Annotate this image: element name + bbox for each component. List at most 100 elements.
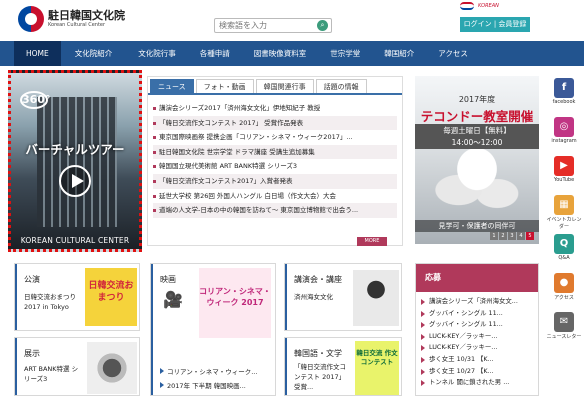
news-item[interactable]: 韓国国立現代美術館 ART BANK特選 シリーズ3 (153, 159, 397, 174)
taekwondo-title: テコンドー教室開催 (420, 109, 534, 124)
banner-page[interactable]: 3 (508, 232, 516, 240)
taekwondo-banner[interactable]: 2017年度 テコンドー教室開催 毎週土曜日【無料】 14:00～12:00 見… (415, 76, 539, 244)
news-item[interactable]: 東京国際映画祭 提携企画「コリアン・シネマ・ウィーク2017」... (153, 130, 397, 145)
side-label: ニュースレター (546, 334, 582, 340)
access-pin-icon: ● (554, 273, 574, 293)
card-lecture[interactable]: 講演会・講座 済州海女文化 (284, 263, 402, 331)
qa-icon: Q (554, 234, 574, 254)
banner-page[interactable]: 5 (526, 232, 534, 240)
film-link-text: 2017年 下半期 韓国映画... (167, 382, 246, 390)
card-text: 「韓日交流作文コンテスト 2017」 受賞... (294, 363, 346, 391)
login-button[interactable]: ログイン | 会員登録 (460, 17, 530, 32)
newsletter-icon: ✉ (554, 312, 574, 332)
card-performance[interactable]: 公演 日韓交流おまつり 2017 in Tokyo 日韓交流おまつり (14, 263, 140, 331)
news-item[interactable]: 駐日韓国文化院 世宗学堂 ドラマ講座 受講生追加募集 (153, 144, 397, 160)
nav-sejong[interactable]: 世宗学堂 (318, 41, 372, 66)
search-icon[interactable]: ⌕ (317, 20, 328, 31)
application-item[interactable]: 歩く女王 10/31 【K... (421, 354, 533, 366)
nav-about[interactable]: 文化院紹介 (61, 41, 127, 66)
side-access[interactable]: ● アクセス (546, 273, 582, 310)
news-item[interactable]: 「韓日交流作文コンテスト2017」入賞者発表 (153, 173, 397, 189)
tab-news[interactable]: ニュース (150, 79, 194, 93)
card-title: 韓国語・文学 (294, 349, 342, 358)
card-text: 済州海女文化 (294, 293, 333, 301)
korea-brand-icon (460, 2, 474, 10)
side-menu: f facebook ◎ instagram ▶ YouTube ▦ イベントカレンダー… (546, 76, 582, 350)
side-label: YouTube (553, 177, 575, 183)
tab-korea-events[interactable]: 韓国関連行事 (255, 79, 314, 93)
nav-access[interactable]: アクセス (426, 41, 480, 66)
youtube-icon: ▶ (554, 156, 574, 176)
card-text: 日韓交流おまつり 2017 in Tokyo (24, 293, 76, 311)
calendar-icon: ▦ (554, 195, 574, 215)
logo-subtitle: Korean Cultural Center (48, 21, 106, 28)
side-label: Q&A (558, 255, 570, 261)
more-button[interactable]: MORE (357, 237, 387, 246)
header: 駐日韓国文化院 Korean Cultural Center ⌕ KOREAN … (0, 0, 584, 40)
facebook-icon: f (554, 78, 574, 98)
film-link[interactable]: 2017年 下半期 韓国映画... (160, 380, 246, 390)
news-item[interactable]: 道端の人文学-日本の中の韓国を訪ねて～ 東京国立博物館で出会う... (153, 203, 397, 218)
side-newsletter[interactable]: ✉ ニュースレター (546, 312, 582, 349)
news-item[interactable]: 「韓日交流作文コンテスト 2017」 受賞作品発表 (153, 115, 397, 131)
nav-korea-intro[interactable]: 韓国紹介 (372, 41, 426, 66)
side-label: instagram (551, 138, 577, 144)
search-input[interactable] (214, 18, 332, 33)
bullet-icon (160, 382, 164, 388)
application-panel: 応募 講演会シリーズ「済州海女文... グッバイ・シングル 11... グッバイ… (415, 263, 539, 396)
application-item[interactable]: 講演会シリーズ「済州海女文... (421, 296, 533, 308)
nav-library[interactable]: 図書映像資料室 (242, 41, 319, 66)
film-poster: コリアン・シネマ・ウィーク 2017 (199, 268, 271, 338)
card-korean-literature[interactable]: 韓国語・文学 「韓日交流作文コンテスト 2017」 受賞... 韓日交流 作文 … (284, 337, 402, 396)
news-panel: ニュース フォト・動画 韓国関連行事 話題の情報 講演会シリーズ2017「済州海… (147, 76, 403, 246)
bullet-icon (160, 368, 164, 374)
nav-home[interactable]: HOME (14, 41, 61, 66)
banner-page[interactable]: 2 (499, 232, 507, 240)
film-link-text: コリアン・シネマ・ウィーク... (167, 368, 258, 376)
card-exhibition[interactable]: 展示 ART BANK特選 シリーズ3 (14, 337, 140, 396)
banner-page[interactable]: 1 (490, 232, 498, 240)
application-item[interactable]: 歩く女王 10/27 【K... (421, 366, 533, 378)
virtual-tour-title: バーチャルツアー (25, 142, 125, 157)
side-youtube[interactable]: ▶ YouTube (546, 156, 582, 193)
application-item[interactable]: グッバイ・シングル 11... (421, 319, 533, 331)
card-text: ART BANK特選 シリーズ3 (24, 365, 79, 383)
film-link[interactable]: コリアン・シネマ・ウィーク... (160, 366, 257, 376)
side-calendar[interactable]: ▦ イベントカレンダー (546, 195, 582, 232)
card-film[interactable]: 映画 🎥 コリアン・シネマ・ウィーク 2017 コリアン・シネマ・ウィーク...… (150, 263, 276, 396)
film-camera-icon: 🎥 (163, 290, 183, 309)
logo-emblem-icon (18, 6, 44, 32)
news-item[interactable]: 延世大学校 第26回 外国人ハングル 白日場（作文大会）大会 (153, 189, 397, 204)
play-icon[interactable] (59, 165, 91, 197)
card-title: 映画 (160, 275, 176, 284)
tab-photo-video[interactable]: フォト・動画 (195, 79, 254, 93)
side-label: facebook (552, 99, 576, 105)
card-title: 公演 (24, 275, 40, 284)
news-item[interactable]: 講演会シリーズ2017「済州海女文化」伊地知紀子 教授 (153, 101, 397, 116)
application-item[interactable]: LUCK-KEY／ラッキー... (421, 342, 533, 354)
application-title: 応募 (416, 264, 538, 292)
taekwondo-subtitle: 見学可・保護者の同伴可 (415, 220, 539, 232)
site-logo[interactable]: 駐日韓国文化院 Korean Cultural Center (18, 6, 125, 32)
building-image (37, 97, 117, 227)
banner-pagination: 1 2 3 4 5 (490, 232, 535, 240)
nav-events[interactable]: 文化院行事 (126, 41, 188, 66)
application-item[interactable]: トンネル 闇に鎖された男 ... (421, 377, 533, 389)
side-instagram[interactable]: ◎ instagram (546, 117, 582, 154)
korean-badge: KOREAN (478, 3, 499, 9)
application-item[interactable]: LUCK-KEY／ラッキー... (421, 331, 533, 343)
side-label: アクセス (554, 295, 574, 301)
side-label: イベントカレンダー (546, 217, 582, 230)
nav-applications[interactable]: 各種申請 (188, 41, 242, 66)
essay-contest-poster: 韓日交流 作文 コンテスト (355, 341, 399, 395)
application-item[interactable]: グッバイ・シングル 11... (421, 308, 533, 320)
taekwondo-year: 2017年度 (458, 95, 496, 104)
logo-title: 駐日韓国文化院 (48, 8, 125, 22)
virtual-tour-banner[interactable]: 360° バーチャルツアー KOREAN CULTURAL CENTER (8, 70, 142, 252)
tab-topics[interactable]: 話題の情報 (315, 79, 367, 93)
banner-page[interactable]: 4 (517, 232, 525, 240)
application-list: 講演会シリーズ「済州海女文... グッバイ・シングル 11... グッバイ・シン… (416, 292, 538, 393)
side-qa[interactable]: Q Q&A (546, 234, 582, 271)
card-title: 講演会・講座 (294, 275, 342, 284)
side-facebook[interactable]: f facebook (546, 78, 582, 115)
